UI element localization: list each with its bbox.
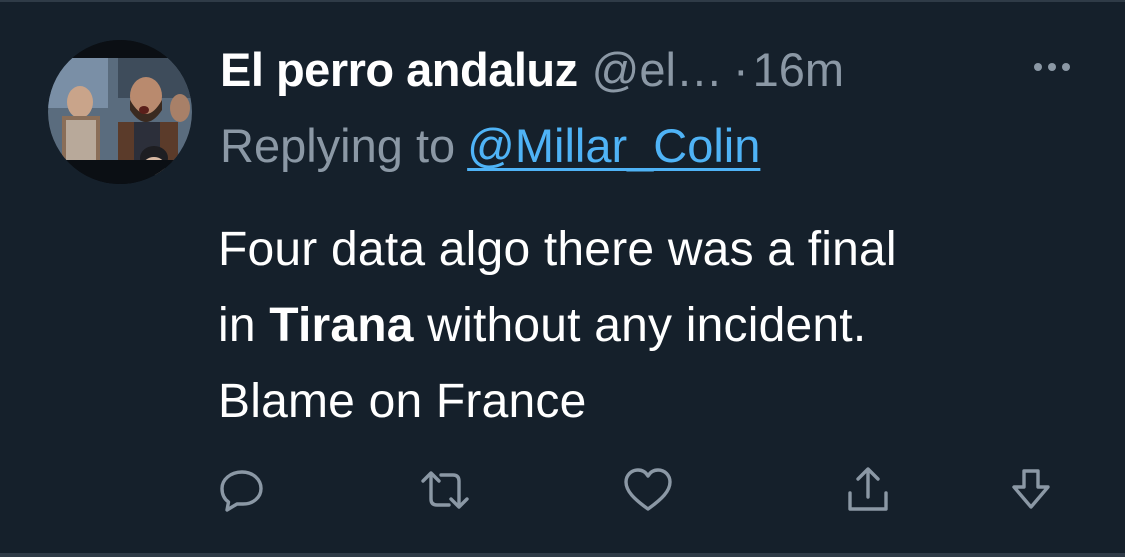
- download-button[interactable]: [1003, 462, 1059, 518]
- more-options-button[interactable]: [1022, 52, 1082, 82]
- like-button[interactable]: [620, 462, 676, 518]
- tweet-line: in Tirana without any incident.: [218, 288, 1098, 364]
- replying-to: Replying to @Millar_Colin: [220, 118, 760, 173]
- heart-icon: [624, 468, 672, 511]
- download-arrow-icon: [1012, 469, 1050, 509]
- tweet-timestamp[interactable]: 16m: [753, 42, 844, 97]
- tweet-text-segment: without any incident.: [413, 299, 867, 352]
- tweet-line: Blame on France: [218, 364, 1098, 440]
- retweet-button[interactable]: [417, 462, 473, 518]
- author-handle[interactable]: @el…: [592, 42, 723, 97]
- tweet-text-segment: in: [218, 299, 270, 352]
- reply-button[interactable]: [214, 462, 270, 518]
- tweet-text-bold: Tirana: [269, 299, 414, 352]
- retweet-icon: [421, 471, 469, 509]
- more-horizontal-icon: [1034, 63, 1070, 71]
- reply-bubble-icon: [220, 470, 263, 512]
- avatar-photo: [48, 40, 192, 184]
- avatar[interactable]: [48, 40, 192, 184]
- replying-to-label: Replying to: [220, 119, 456, 172]
- tweet-actions: [0, 462, 1125, 518]
- author-name[interactable]: El perro andaluz: [220, 42, 578, 97]
- header-separator: ·: [732, 42, 749, 96]
- share-upload-icon: [848, 467, 888, 511]
- tweet-text-segment: Four data algo there was a final: [218, 223, 897, 276]
- tweet-text-segment: Blame on France: [218, 375, 587, 428]
- tweet-header: El perro andaluz @el… · 16m: [220, 38, 844, 100]
- tweet-body: Four data algo there was a final in Tira…: [218, 212, 1098, 440]
- bottom-divider: [0, 553, 1125, 557]
- top-divider: [0, 0, 1125, 2]
- share-button[interactable]: [840, 462, 896, 518]
- tweet-line: Four data algo there was a final: [218, 212, 1098, 288]
- replying-to-handle-link[interactable]: @Millar_Colin: [467, 119, 760, 172]
